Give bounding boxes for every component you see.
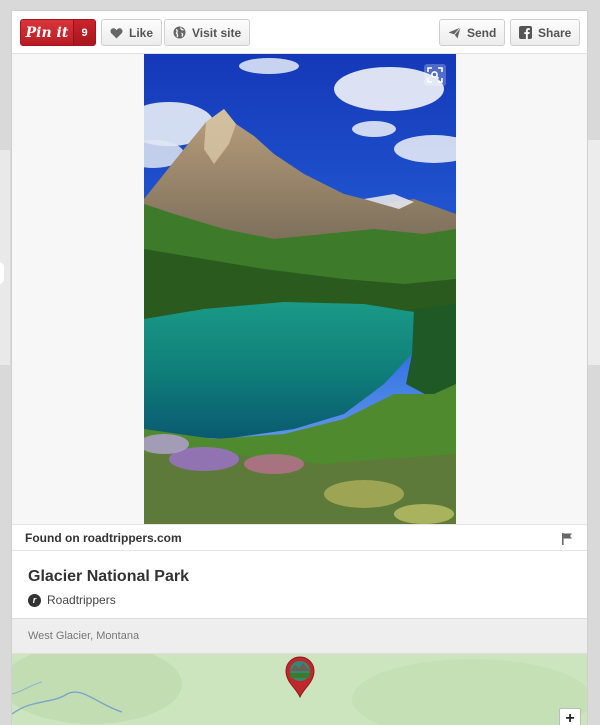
pin-photo[interactable] <box>144 54 456 524</box>
map-marker-icon[interactable] <box>283 654 317 698</box>
backdrop-edge-handle <box>0 262 4 284</box>
source-name: Roadtrippers <box>47 593 116 607</box>
pin-it-label: Pin it <box>21 20 73 45</box>
pin-details: Glacier National Park r Roadtrippers <box>12 552 587 618</box>
location-map[interactable]: + <box>12 654 587 725</box>
visit-site-button[interactable]: Visit site <box>164 19 251 46</box>
send-button[interactable]: Send <box>439 19 506 46</box>
pin-title: Glacier National Park <box>28 568 189 585</box>
send-label: Send <box>467 25 497 40</box>
roadtrippers-logo-icon: r <box>28 593 41 607</box>
paper-plane-icon <box>448 26 461 39</box>
flag-icon[interactable] <box>562 532 573 550</box>
globe-icon <box>173 26 186 39</box>
like-button[interactable]: Like <box>101 19 163 46</box>
source-row[interactable]: r Roadtrippers <box>28 593 116 607</box>
pin-it-button[interactable]: Pin it 9 <box>20 19 96 46</box>
pin-toolbar: Pin it 9 Like Visit site Send Share <box>12 11 587 54</box>
found-on-row: Found on roadtrippers.com <box>12 524 587 551</box>
facebook-icon <box>519 26 532 39</box>
location-text: West Glacier, Montana <box>28 630 140 642</box>
found-on-link[interactable]: Found on roadtrippers.com <box>25 531 182 545</box>
share-button[interactable]: Share <box>510 19 581 46</box>
location-bar: West Glacier, Montana <box>12 618 587 654</box>
backdrop-left <box>0 150 10 365</box>
pin-count-badge: 9 <box>73 20 95 45</box>
share-label: Share <box>538 25 572 40</box>
backdrop-right <box>588 140 600 365</box>
pin-image-area <box>12 54 587 524</box>
expand-icon[interactable] <box>424 64 446 86</box>
visit-site-label: Visit site <box>192 25 242 40</box>
heart-icon <box>110 27 123 39</box>
like-label: Like <box>129 25 154 40</box>
zoom-in-button[interactable]: + <box>559 708 581 725</box>
pin-card: Pin it 9 Like Visit site Send Share Foun… <box>11 10 588 725</box>
